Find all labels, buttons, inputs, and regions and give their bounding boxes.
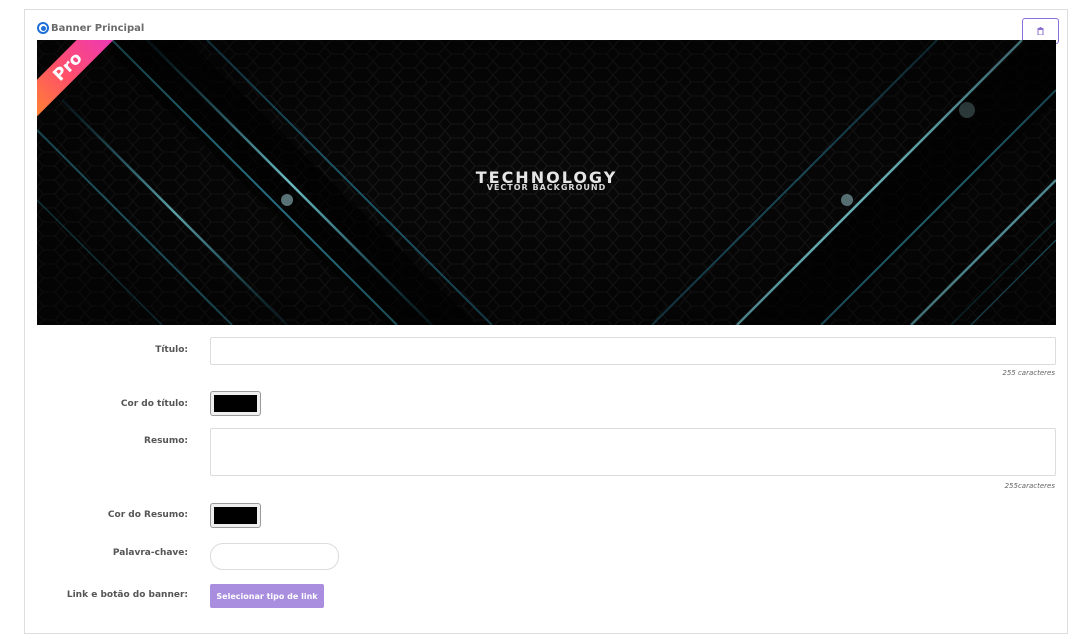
cor-titulo-label: Cor do título: — [120, 399, 188, 409]
banner-principal-label: Banner Principal — [51, 22, 145, 34]
banner-card: Banner Principal Pro TECHNOLOGY VECTOR B… — [24, 9, 1068, 634]
resumo-label: Resumo: — [144, 436, 188, 446]
select-link-type-button[interactable]: Selecionar tipo de link — [210, 584, 324, 608]
titulo-label: Título: — [155, 345, 188, 355]
resumo-char-hint: 255caracteres — [1004, 482, 1055, 490]
cor-titulo-picker[interactable] — [210, 391, 261, 416]
cor-titulo-fill — [214, 395, 257, 412]
banner-subtitle: VECTOR BACKGROUND — [486, 183, 607, 192]
banner-principal-radio[interactable] — [37, 22, 49, 34]
resumo-textarea[interactable] — [210, 428, 1056, 476]
cor-resumo-label: Cor do Resumo: — [107, 510, 188, 520]
banner-principal-radio-row[interactable]: Banner Principal — [37, 22, 144, 34]
palavra-chave-input[interactable] — [210, 543, 339, 570]
trash-icon — [1037, 27, 1044, 35]
cor-resumo-picker[interactable] — [210, 503, 261, 528]
titulo-char-hint: 255 caracteres — [1002, 369, 1055, 377]
titulo-input[interactable] — [210, 337, 1056, 365]
radio-selected-dot — [40, 25, 46, 31]
link-banner-label: Link e botão do banner: — [66, 590, 188, 600]
banner-image: Pro TECHNOLOGY VECTOR BACKGROUND — [37, 40, 1056, 325]
palavra-chave-label: Palavra-chave: — [112, 548, 188, 558]
cor-resumo-fill — [214, 507, 257, 524]
